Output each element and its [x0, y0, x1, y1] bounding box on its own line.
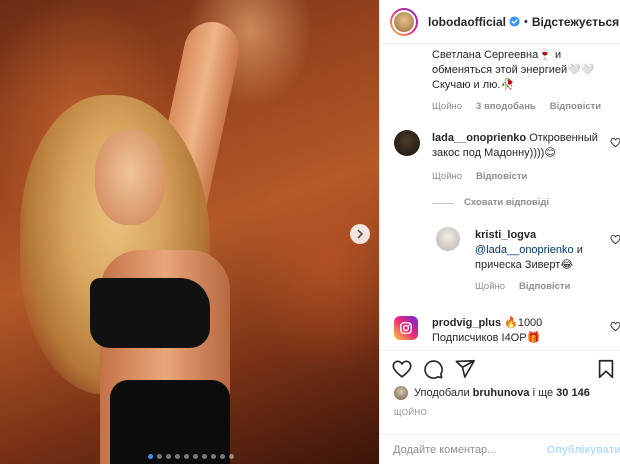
publish-button[interactable]: Опублікувати [547, 444, 620, 456]
post-header: lobodaofficial • Відстежується [380, 0, 620, 44]
liker-avatar[interactable] [394, 386, 408, 400]
heart-icon[interactable] [391, 358, 413, 380]
likes-and-more: і ще [532, 387, 554, 399]
comment-text: Подписчиков I4OP🎁 [432, 332, 541, 344]
carousel-dot [148, 454, 153, 459]
comment-text: lada__onoprienko Откровенный [432, 132, 598, 144]
author-avatar[interactable] [390, 7, 418, 36]
comment-text: Светлана Сергеевна🍷 и [432, 49, 562, 61]
reply-text: причеcка Зиверт😂 [475, 259, 574, 271]
instagram-logo-icon [400, 322, 412, 334]
carousel-dot [157, 454, 162, 459]
reply-button[interactable]: Відповісти [519, 281, 570, 292]
carousel-dots [148, 454, 234, 459]
next-slide-button[interactable] [350, 224, 370, 244]
carousel-dot [220, 454, 225, 459]
liker-username[interactable]: bruhunova [473, 387, 530, 399]
comment-input[interactable] [393, 443, 543, 456]
post-sidebar: lobodaofficial • Відстежується Светлана … [379, 0, 620, 464]
post-photo[interactable] [0, 0, 379, 464]
likes-prefix: Уподобали [414, 387, 470, 399]
comment-text: prodvig_plus 🔥1000 [432, 317, 543, 329]
header-separator: • [524, 15, 528, 28]
follow-button[interactable]: Відстежується [532, 15, 619, 29]
likes-summary[interactable]: Уподобали bruhunova і ще 30 146 [394, 386, 590, 400]
mention-link[interactable]: @lada__onoprienko [475, 244, 574, 256]
carousel-dot [184, 454, 189, 459]
verified-icon [509, 16, 520, 27]
comment-icon[interactable] [422, 358, 444, 380]
comment-time: Щойно [432, 171, 463, 182]
commenter-username[interactable]: lada__onoprienko [432, 132, 526, 144]
reply-button[interactable]: Відповісти [550, 101, 601, 112]
chevron-right-icon [357, 229, 364, 239]
post-timestamp: ЩОЙНО [394, 408, 427, 417]
replier-avatar[interactable] [436, 227, 460, 251]
comment-meta: Щойно Відповісти [432, 171, 527, 182]
comment-text: закос под Мадонну))))😊 [432, 147, 556, 159]
carousel-dot [166, 454, 171, 459]
reply-time: Щойно [475, 281, 506, 292]
reply-text: @lada__onoprienko и [475, 244, 583, 256]
commenter-avatar[interactable] [394, 130, 420, 156]
comment-meta: Щойно 3 вподобань Відповісти [432, 101, 601, 112]
comment-time: Щойно [432, 101, 463, 112]
carousel-dot [202, 454, 207, 459]
carousel-dot [193, 454, 198, 459]
reply-heart-icon[interactable] [610, 234, 620, 245]
hide-replies-button[interactable]: Сховати відповіді [464, 197, 549, 208]
comment-heart-icon[interactable] [610, 321, 620, 332]
carousel-dot [229, 454, 234, 459]
reply-meta: Щойно Відповісти [475, 281, 570, 292]
comment-heart-icon[interactable] [610, 137, 620, 148]
share-icon[interactable] [454, 358, 476, 380]
reply-button[interactable]: Відповісти [476, 171, 527, 182]
thread-line [432, 203, 454, 204]
comment-text: обменяться этой энергией🤍🤍 [432, 64, 595, 76]
comment-text: Скучаю и лю.🥀 [432, 79, 515, 91]
replier-username[interactable]: kristi_logva [475, 229, 536, 241]
carousel-dot [211, 454, 216, 459]
comment-likes-count[interactable]: 3 вподобань [476, 101, 536, 112]
comments-list[interactable]: Светлана Сергеевна🍷 и обменяться этой эн… [380, 44, 620, 350]
thread-toggle[interactable]: Сховати відповіді [464, 197, 549, 208]
author-username[interactable]: lobodaofficial [428, 15, 506, 29]
add-comment-bar: Опублікувати [380, 434, 620, 464]
commenter-username[interactable]: prodvig_plus [432, 317, 501, 329]
likes-count[interactable]: 30 146 [556, 387, 590, 399]
post-actions [380, 350, 620, 386]
carousel-dot [175, 454, 180, 459]
reply-username-line: kristi_logva [475, 228, 536, 243]
bookmark-icon[interactable] [595, 358, 617, 380]
promo-avatar[interactable] [394, 316, 418, 340]
